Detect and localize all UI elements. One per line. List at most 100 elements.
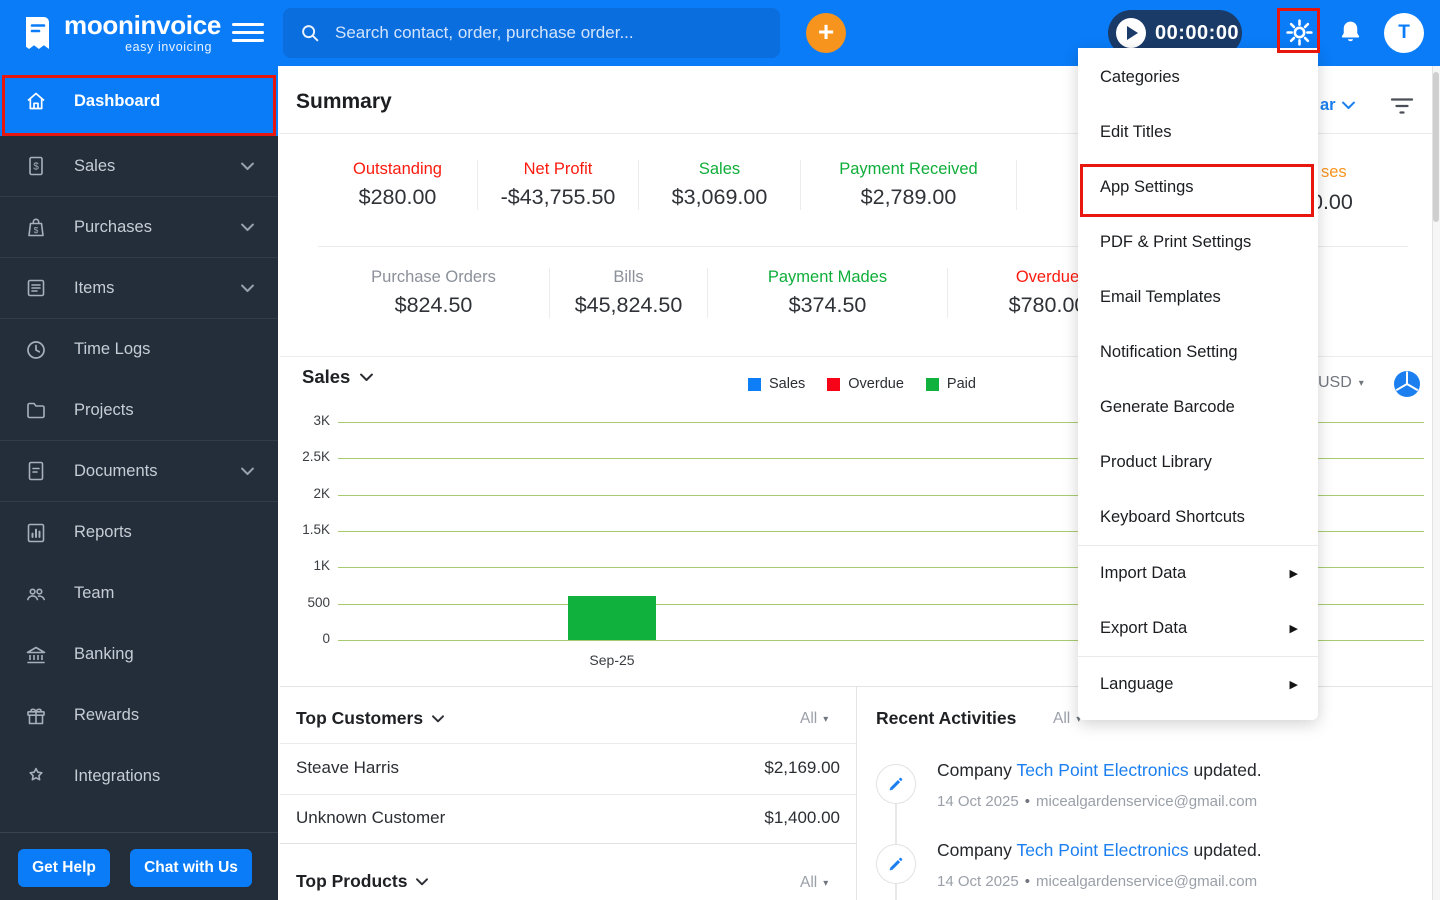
menu-item-pdf-print-settings[interactable]: PDF & Print Settings [1078, 215, 1318, 270]
edit-pencil-icon [876, 844, 916, 884]
sidebar: Dashboard $ Sales $ Purchases Items Time Logs P… [0, 66, 278, 900]
caret-down-icon: ▾ [823, 713, 829, 725]
menu-item-import-data[interactable]: Import Data ▶ [1078, 546, 1318, 601]
top-products-title: Top Products [296, 871, 408, 891]
sales-chart-dropdown[interactable]: Sales [302, 366, 374, 388]
items-icon [24, 276, 48, 300]
menu-item-generate-barcode[interactable]: Generate Barcode [1078, 380, 1318, 435]
chevron-down-icon [241, 284, 254, 293]
activity-email: micealgardenservice@gmail.com [1036, 793, 1258, 810]
svg-text:$: $ [34, 225, 39, 235]
sidebar-item-documents[interactable]: Documents [0, 441, 278, 502]
customer-name[interactable]: Unknown Customer [296, 808, 445, 828]
legend-swatch [827, 377, 841, 391]
sidebar-item-sales[interactable]: $ Sales [0, 136, 278, 197]
hamburger-menu-icon[interactable] [232, 23, 264, 43]
quick-add-button[interactable]: + [806, 13, 846, 53]
scrollbar-thumb[interactable] [1433, 72, 1439, 222]
chart-legend: Sales Overdue Paid [748, 376, 976, 392]
activity-meta: 14 Oct 2025 • micealgardenservice@gmail.co… [937, 793, 1258, 810]
chat-with-us-button[interactable]: Chat with Us [130, 849, 252, 887]
sidebar-item-purchases[interactable]: $ Purchases [0, 197, 278, 258]
activity-date: 14 Oct 2025 [937, 873, 1019, 890]
y-axis-tick: 2K [313, 486, 330, 501]
menu-item-label: Email Templates [1100, 288, 1221, 306]
top-customers-title: Top Customers [296, 708, 424, 728]
top-products-dropdown[interactable]: Top Products [296, 871, 429, 892]
x-axis-tick: Sep-25 [589, 652, 635, 668]
panel-vertical-divider [856, 687, 857, 900]
brand-name: mooninvoice [64, 10, 222, 40]
legend-label: Paid [946, 376, 976, 392]
sidebar-item-reports[interactable]: Reports [0, 502, 278, 563]
menu-item-email-templates[interactable]: Email Templates [1078, 270, 1318, 325]
activity-company-link[interactable]: Tech Point Electronics [1016, 760, 1188, 780]
activity-email: micealgardenservice@gmail.com [1036, 873, 1258, 890]
sidebar-item-banking[interactable]: Banking [0, 624, 278, 685]
filter-value: All [800, 874, 818, 891]
app-window: mooninvoice easy invoicing + 00:00:00 T … [0, 0, 1440, 900]
menu-item-keyboard-shortcuts[interactable]: Keyboard Shortcuts [1078, 490, 1318, 545]
mooninvoice-logo-icon [18, 13, 58, 53]
sidebar-item-rewards[interactable]: Rewards [0, 685, 278, 746]
stat-payment-mades: Payment Mades $374.50 [708, 268, 948, 318]
user-avatar[interactable]: T [1384, 13, 1424, 53]
sidebar-item-dashboard[interactable]: Dashboard [0, 66, 278, 136]
activity-company-link[interactable]: Tech Point Electronics [1016, 840, 1188, 860]
search-bar [283, 8, 780, 58]
sidebar-item-team[interactable]: Team [0, 563, 278, 624]
stat-outstanding: Outstanding $280.00 [318, 160, 478, 210]
menu-item-label: Edit Titles [1100, 123, 1172, 141]
customer-name[interactable]: Steave Harris [296, 758, 399, 778]
bar-paid-sep-25[interactable] [568, 596, 656, 640]
top-customers-dropdown[interactable]: Top Customers [296, 708, 444, 729]
brand-tagline: easy invoicing [125, 40, 212, 54]
top-products-filter-dropdown[interactable]: All ▾ [800, 874, 828, 892]
edit-pencil-icon [876, 764, 916, 804]
menu-item-label: Language [1100, 675, 1174, 693]
caret-down-icon: ▾ [823, 877, 829, 889]
get-help-button[interactable]: Get Help [18, 849, 110, 887]
y-axis-tick: 2.5K [302, 449, 330, 464]
expenses-label-fragment: ses [1321, 163, 1347, 181]
stat-value: $374.50 [788, 293, 867, 317]
settings-dropdown-menu: Categories Edit Titles App Settings PDF & P… [1078, 48, 1318, 720]
sidebar-item-items[interactable]: Items [0, 258, 278, 319]
purchases-icon: $ [24, 215, 48, 239]
folder-icon [24, 398, 48, 422]
stat-label: Payment Received [839, 160, 978, 178]
notifications-bell-icon[interactable] [1337, 18, 1364, 45]
menu-item-app-settings[interactable]: App Settings [1078, 160, 1318, 215]
chevron-down-icon [360, 373, 374, 382]
currency-dropdown[interactable]: USD ▾ [1318, 374, 1364, 392]
menu-item-language[interactable]: Language ▶ [1078, 657, 1318, 712]
chevron-down-icon [432, 714, 444, 723]
menu-item-notification-setting[interactable]: Notification Setting [1078, 325, 1318, 380]
sidebar-item-projects[interactable]: Projects [0, 380, 278, 441]
menu-item-label: Notification Setting [1100, 343, 1238, 361]
legend-item-overdue: Overdue [827, 376, 904, 392]
sidebar-item-integrations[interactable]: Integrations [0, 746, 278, 807]
menu-item-categories[interactable]: Categories [1078, 50, 1318, 105]
period-dropdown[interactable]: ar [1320, 96, 1355, 115]
sidebar-item-time-logs[interactable]: Time Logs [0, 319, 278, 380]
menu-item-edit-titles[interactable]: Edit Titles [1078, 105, 1318, 160]
stat-value: $280.00 [358, 185, 437, 209]
pie-chart-toggle-icon[interactable] [1393, 370, 1421, 398]
menu-item-export-data[interactable]: Export Data ▶ [1078, 601, 1318, 656]
settings-gear-icon[interactable] [1284, 17, 1315, 48]
legend-swatch [748, 377, 761, 391]
top-customers-filter-dropdown[interactable]: All ▾ [800, 710, 828, 728]
document-icon [24, 459, 48, 483]
y-axis-tick: 1.5K [302, 522, 330, 537]
filter-icon[interactable] [1390, 97, 1414, 115]
sidebar-item-label: Banking [74, 645, 134, 663]
search-input[interactable] [333, 22, 764, 44]
sidebar-item-label: Purchases [74, 217, 152, 236]
sidebar-item-label: Rewards [74, 706, 140, 724]
menu-item-product-library[interactable]: Product Library [1078, 435, 1318, 490]
home-icon [24, 89, 48, 113]
stat-payment-received: Payment Received $2,789.00 [801, 160, 1017, 210]
y-axis-tick: 0 [322, 631, 330, 646]
sidebar-item-label: Items [74, 278, 115, 297]
